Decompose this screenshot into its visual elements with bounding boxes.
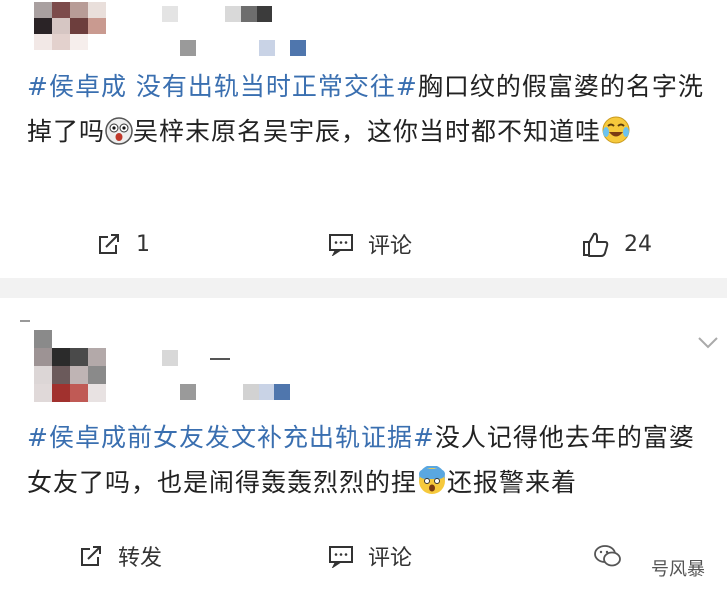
avatar-edge (20, 320, 30, 322)
comment-icon (329, 546, 353, 568)
avatar-mosaic (34, 2, 106, 50)
shocked-emoji-icon (105, 114, 133, 159)
repost-icon (99, 234, 119, 254)
repost-button[interactable]: 转发 (78, 536, 162, 576)
hashtag-link[interactable]: #侯卓成前女友发文补充出轨证据# (27, 423, 435, 452)
feed-separator (0, 278, 727, 298)
comment-label: 评论 (368, 234, 413, 259)
repost-count: 1 (136, 231, 150, 257)
like-button[interactable]: 24 (582, 224, 652, 264)
laugh-cry-emoji-icon (601, 114, 631, 159)
hashtag-link[interactable]: #侯卓成 没有出轨当时正常交往# (27, 72, 418, 101)
watermark-text: 号风暴 (651, 559, 705, 580)
post-actions: 1 评论 24 (0, 224, 727, 264)
meta-mosaic (180, 40, 306, 56)
post-text: #侯卓成前女友发文补充出轨证据#没人记得他去年的富婆女友了吗，也是闹得轰轰烈烈的… (27, 415, 707, 510)
like-count: 24 (624, 231, 652, 257)
wechat-logo-icon (594, 545, 621, 567)
post-text: #侯卓成 没有出轨当时正常交往#胸口纹的假富婆的名字洗掉了吗 吴梓末原名吴宇辰，这… (27, 64, 707, 159)
comment-button[interactable]: 评论 (328, 536, 412, 576)
chevron-down-icon[interactable] (697, 336, 719, 350)
repost-icon (81, 546, 101, 566)
scared-emoji-icon (417, 465, 447, 510)
repost-button[interactable]: 1 (96, 224, 150, 264)
username-stub (210, 358, 230, 360)
thumbs-up-icon (583, 232, 609, 257)
comment-label: 评论 (368, 546, 413, 571)
username-mosaic (162, 350, 242, 366)
username-mosaic (162, 6, 288, 22)
repost-label: 转发 (118, 546, 163, 571)
meta-mosaic (180, 384, 290, 400)
comment-icon (329, 234, 353, 256)
comment-button[interactable]: 评论 (328, 224, 412, 264)
avatar-mosaic (34, 330, 106, 402)
weibo-post-1: #侯卓成 没有出轨当时正常交往#胸口纹的假富婆的名字洗掉了吗 吴梓末原名吴宇辰，这… (0, 0, 727, 278)
